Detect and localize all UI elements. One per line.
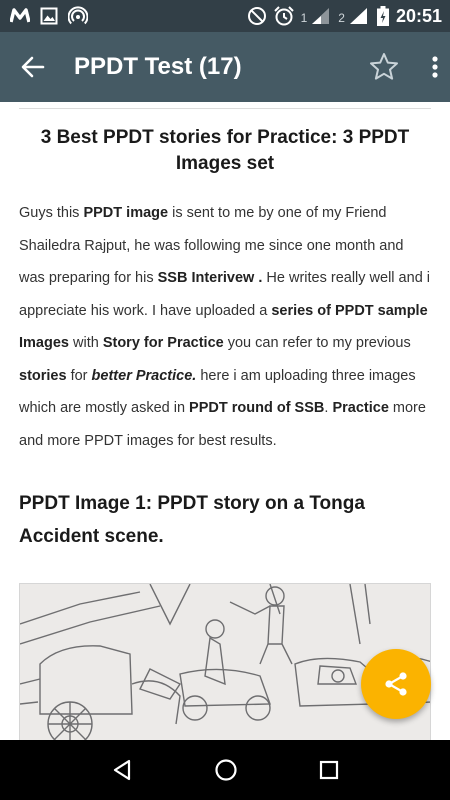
nav-back-button[interactable] (110, 758, 134, 782)
bold-text: PPDT round of SSB (189, 400, 325, 416)
m-notification-icon (10, 8, 30, 23)
alarm-icon (273, 6, 294, 26)
back-arrow-icon (21, 56, 45, 78)
back-triangle-icon (113, 759, 131, 781)
signal-icon (349, 8, 367, 24)
do-not-disturb-icon (247, 7, 266, 25)
status-time: 20:51 (395, 5, 442, 26)
share-icon (385, 672, 407, 696)
app-actions (368, 51, 440, 83)
status-right-icons: 1 2 20:51 (247, 5, 442, 27)
article-title: 3 Best PPDT stories for Practice: 3 PPDT… (40, 127, 410, 174)
bold-text: Practice (332, 400, 389, 416)
more-options-button[interactable] (430, 55, 440, 79)
image-notification-icon (40, 7, 58, 25)
section-heading: PPDT Image 1: PPDT story on a Tonga Acci… (19, 493, 365, 547)
text: you can refer to my previous (223, 335, 411, 351)
article-paragraph: Guys this PPDT image is sent to me by on… (19, 197, 431, 457)
divider (19, 108, 431, 109)
bold-text: SSB Interivew . (157, 270, 263, 286)
star-icon (370, 53, 398, 80)
italic-text: better Practice. (91, 367, 197, 384)
sim1-label: 1 (300, 11, 308, 25)
favorite-button[interactable] (368, 51, 400, 83)
page-title: PPDT Test (17) (74, 53, 242, 80)
more-vert-icon (432, 56, 438, 78)
text: with (68, 335, 103, 351)
back-button[interactable] (20, 54, 46, 80)
article-content[interactable]: 3 Best PPDT stories for Practice: 3 PPDT… (0, 102, 450, 740)
share-fab[interactable] (361, 649, 431, 719)
app-bar: PPDT Test (17) (0, 32, 450, 102)
status-left-icons (10, 6, 88, 26)
bold-italic-text: better Practice. (92, 368, 197, 384)
status-bar: 1 2 20:51 (0, 0, 450, 32)
text: for (66, 367, 92, 384)
bold-text: stories (19, 367, 67, 384)
system-nav-bar (0, 740, 450, 800)
nav-recents-button[interactable] (318, 759, 340, 781)
recents-square-icon (319, 760, 339, 780)
nav-home-button[interactable] (214, 758, 238, 782)
bold-text: PPDT image (83, 205, 169, 221)
sim2-label: 2 (338, 11, 345, 25)
bold-text: Story for Practice (102, 335, 224, 351)
battery-icon (376, 6, 389, 26)
hotspot-icon (68, 6, 88, 25)
home-circle-icon (215, 759, 237, 781)
signal-icon (312, 8, 330, 24)
text: Guys this (19, 205, 84, 221)
